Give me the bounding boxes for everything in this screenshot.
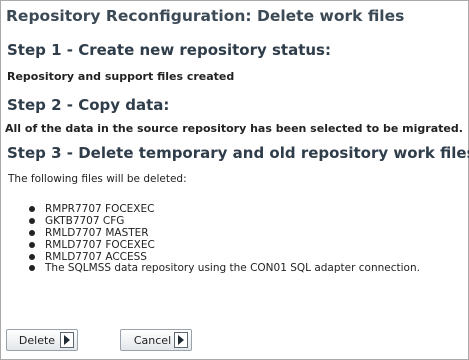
page-title: Repository Reconfiguration: Delete work … — [6, 7, 405, 25]
file-name: The SQLMSS data repository using the CON… — [45, 262, 420, 275]
file-name: RMLD7707 MASTER — [45, 226, 149, 239]
file-name: RMLD7707 FOCEXEC — [45, 238, 155, 251]
list-item: GKTB7707 CFG — [29, 215, 420, 227]
file-name: RMLD7707 ACCESS — [45, 250, 147, 263]
list-item: The SQLMSS data repository using the CON… — [29, 262, 420, 274]
right-arrow-icon — [174, 332, 188, 348]
delete-button[interactable]: Delete — [6, 329, 78, 351]
step-1-heading: Step 1 - Create new repository status: — [7, 41, 331, 59]
step-1-status-text: Repository and support files created — [7, 70, 235, 83]
cancel-button-label: Cancel — [133, 333, 172, 347]
file-name: GKTB7707 CFG — [45, 214, 125, 227]
list-item: RMLD7707 ACCESS — [29, 251, 420, 263]
bullet-icon — [29, 229, 35, 236]
files-to-delete-list: RMPR7707 FOCEXEC GKTB7707 CFG RMLD7707 M… — [29, 203, 420, 274]
delete-button-label: Delete — [18, 333, 56, 347]
list-item: RMPR7707 FOCEXEC — [29, 203, 420, 215]
list-item: RMLD7707 MASTER — [29, 227, 420, 239]
step-2-heading: Step 2 - Copy data: — [7, 96, 170, 114]
bullet-icon — [29, 265, 35, 272]
bullet-icon — [29, 206, 35, 212]
file-name: RMPR7707 FOCEXEC — [45, 203, 155, 215]
files-intro-text: The following files will be deleted: — [8, 173, 187, 185]
dialog-frame: Repository Reconfiguration: Delete work … — [0, 0, 469, 360]
step-3-heading: Step 3 - Delete temporary and old reposi… — [7, 144, 469, 162]
step-2-status-text: All of the data in the source repository… — [5, 122, 463, 135]
bullet-icon — [29, 241, 35, 248]
bullet-icon — [29, 253, 35, 260]
cancel-button[interactable]: Cancel — [120, 329, 192, 351]
list-item: RMLD7707 FOCEXEC — [29, 239, 420, 251]
right-arrow-icon — [60, 332, 74, 348]
bullet-icon — [29, 217, 35, 224]
